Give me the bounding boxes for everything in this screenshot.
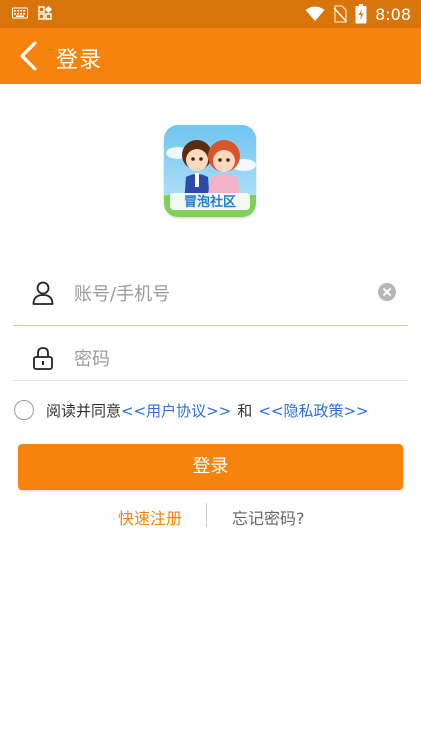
bottom-links: 快速注册 忘记密码? [0,503,421,529]
agreement-and: 和 [237,401,253,420]
apps-icon [38,6,52,20]
app-logo-image: 冒泡社区 [164,125,256,217]
lock-icon [33,347,53,370]
header: 登录 [0,28,421,84]
status-bar: 8:08 [0,0,421,28]
account-field [14,265,408,321]
app-logo: 冒泡社区 [164,125,256,217]
agreement-row: 阅读并同意 <<用户协议>> 和 <<隐私政策>> [14,398,369,422]
password-field [14,330,408,386]
link-divider [206,503,207,527]
status-left [12,6,52,20]
page-title: 登录 [56,48,103,73]
register-link[interactable]: 快速注册 [118,505,182,529]
account-input[interactable] [72,273,376,315]
account-underline [13,325,408,326]
login-button[interactable]: 登录 [18,444,403,490]
password-input[interactable] [72,338,376,380]
battery-icon [355,4,367,24]
user-icon [32,281,54,305]
status-time: 8:08 [375,4,411,24]
no-sim-icon [333,5,347,23]
user-agreement-link[interactable]: <<用户协议>> [121,400,231,421]
agree-checkbox[interactable] [14,400,34,420]
clear-input-icon[interactable] [378,283,396,301]
forgot-password-link[interactable]: 忘记密码? [232,505,305,529]
password-underline [13,380,408,381]
privacy-policy-link[interactable]: <<隐私政策>> [258,400,368,421]
logo-text: 冒泡社区 [184,194,236,210]
keyboard-icon [12,7,28,19]
wifi-icon [305,6,325,21]
status-right: 8:08 [305,4,411,24]
agreement-prefix: 阅读并同意 [46,401,122,420]
back-arrow-icon[interactable] [16,40,44,72]
